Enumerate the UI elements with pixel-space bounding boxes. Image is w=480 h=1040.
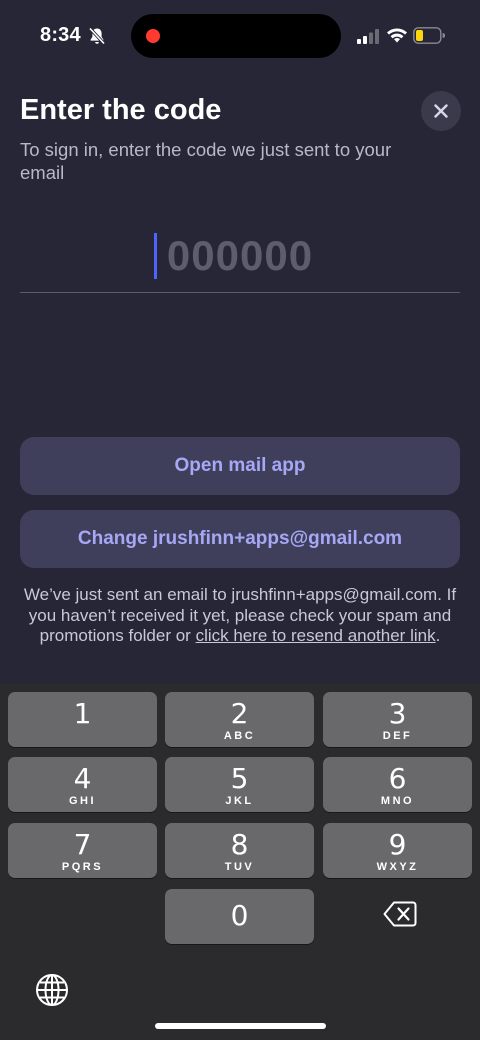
dynamic-island bbox=[131, 14, 341, 58]
wifi-icon bbox=[387, 28, 407, 43]
resend-note: We’ve just sent an email to jrushfinn+ap… bbox=[20, 585, 460, 647]
key-4[interactable]: 4 GHI bbox=[8, 757, 157, 812]
key-5[interactable]: 5 JKL bbox=[165, 757, 314, 812]
globe-icon[interactable] bbox=[35, 973, 69, 1007]
key-1[interactable]: 1 bbox=[8, 692, 157, 747]
close-button[interactable] bbox=[421, 91, 461, 131]
text-caret bbox=[154, 233, 157, 279]
key-digit: 1 bbox=[73, 697, 92, 730]
key-digit: 8 bbox=[230, 828, 249, 861]
resend-note-end: . bbox=[435, 626, 441, 645]
resend-link[interactable]: click here to resend another link bbox=[196, 626, 436, 645]
cellular-signal-icon bbox=[357, 29, 379, 44]
key-2[interactable]: 2 ABC bbox=[165, 692, 314, 747]
key-letters: JKL bbox=[225, 795, 254, 807]
status-bar: 8:34 bbox=[0, 0, 480, 72]
recording-indicator bbox=[146, 29, 160, 43]
key-digit: 3 bbox=[388, 697, 407, 730]
key-0[interactable]: 0 bbox=[165, 889, 314, 944]
code-field[interactable] bbox=[20, 224, 460, 293]
status-time: 8:34 bbox=[40, 24, 81, 46]
key-letters: MNO bbox=[380, 795, 415, 807]
code-input[interactable] bbox=[20, 224, 460, 288]
key-digit: 7 bbox=[73, 828, 92, 861]
key-letters: ABC bbox=[223, 730, 256, 742]
page-subtitle: To sign in, enter the code we just sent … bbox=[20, 139, 392, 183]
close-icon bbox=[434, 104, 448, 118]
key-8[interactable]: 8 TUV bbox=[165, 823, 314, 878]
key-digit: 5 bbox=[230, 762, 249, 795]
key-letters: WXYZ bbox=[376, 861, 419, 873]
battery-low-icon bbox=[413, 27, 445, 44]
key-6[interactable]: 6 MNO bbox=[323, 757, 472, 812]
key-7[interactable]: 7 PQRS bbox=[8, 823, 157, 878]
open-mail-app-button[interactable]: Open mail app bbox=[20, 437, 460, 495]
key-letters: TUV bbox=[224, 861, 255, 873]
page-title: Enter the code bbox=[20, 94, 222, 126]
change-email-button[interactable]: Change jrushfinn+apps@gmail.com bbox=[20, 510, 460, 568]
key-digit: 6 bbox=[388, 762, 407, 795]
key-letters: DEF bbox=[382, 730, 413, 742]
key-letters: GHI bbox=[68, 795, 97, 807]
key-digit: 4 bbox=[73, 762, 92, 795]
key-digit: 0 bbox=[230, 899, 249, 932]
key-digit: 9 bbox=[388, 828, 407, 861]
key-digit: 2 bbox=[230, 697, 249, 730]
backspace-icon[interactable] bbox=[383, 899, 417, 929]
key-letters: PQRS bbox=[61, 861, 104, 873]
key-9[interactable]: 9 WXYZ bbox=[323, 823, 472, 878]
key-3[interactable]: 3 DEF bbox=[323, 692, 472, 747]
home-indicator bbox=[155, 1023, 326, 1029]
bell-slash-icon bbox=[88, 27, 106, 45]
